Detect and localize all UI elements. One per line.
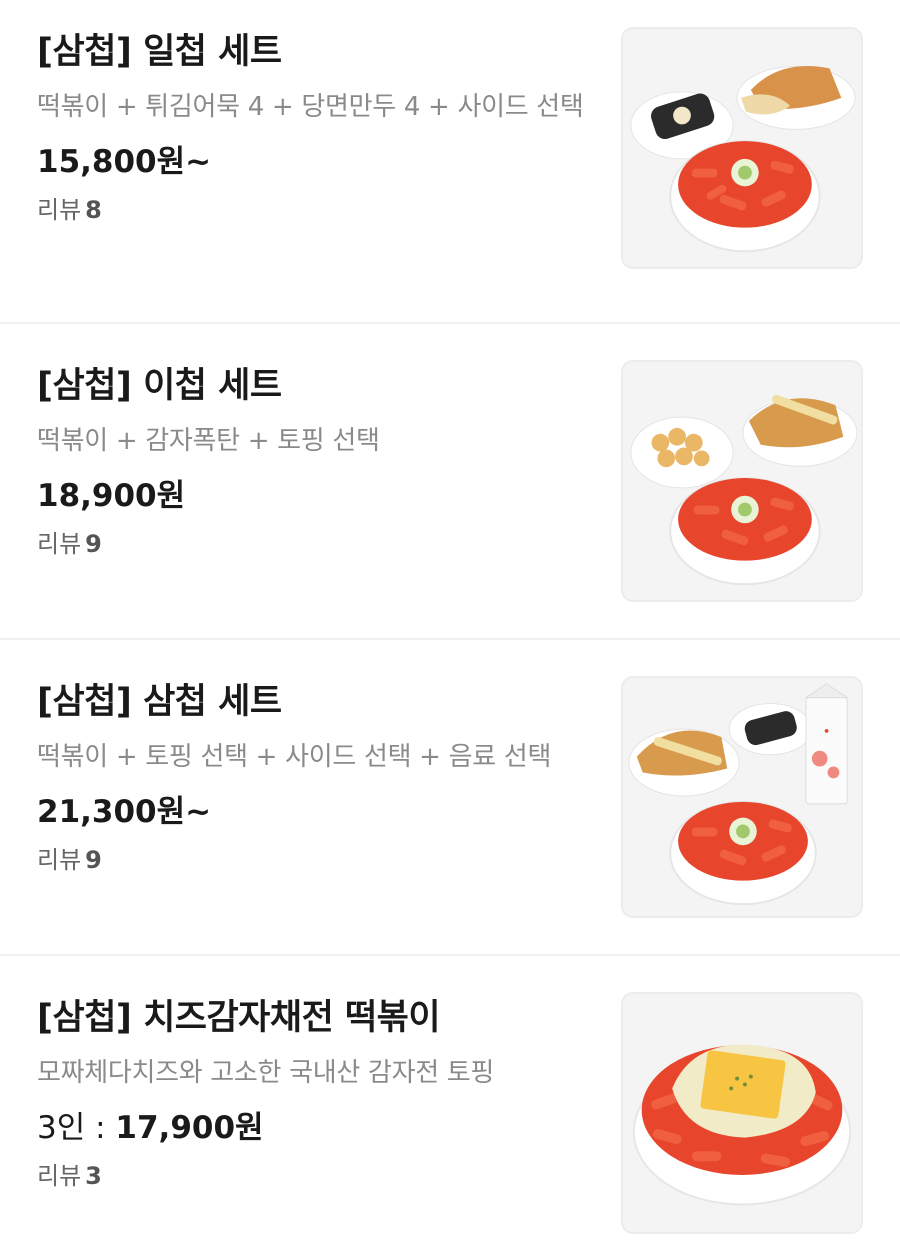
svg-text:•: • (823, 725, 830, 738)
reviews-label: 리뷰 (37, 530, 82, 558)
tteokbokki-set-image: • (623, 678, 861, 916)
reviews-label: 리뷰 (37, 196, 82, 224)
menu-item-reviews: 리뷰 3 (37, 1160, 602, 1192)
cheese-tteokbokki-image (623, 994, 861, 1232)
reviews-label: 리뷰 (37, 1162, 82, 1190)
tteokbokki-set-image (623, 29, 861, 267)
price-value: 21,300원~ (37, 794, 212, 830)
menu-item[interactable]: [삼첩] 이첩 세트 떡볶이 + 감자폭탄 + 토핑 선택 18,900원 리뷰… (0, 324, 900, 640)
menu-item[interactable]: [삼첩] 치즈감자채전 떡볶이 모짜체다치즈와 고소한 국내산 감자전 토핑 3… (0, 956, 900, 1259)
menu-item-text: [삼첩] 일첩 세트 떡볶이 + 튀김어묵 4 + 당면만두 4 + 사이드 선… (37, 30, 602, 226)
review-count: 9 (85, 530, 102, 558)
menu-item-image[interactable] (621, 360, 863, 602)
menu-item-reviews: 리뷰 8 (37, 194, 602, 226)
menu-item-price: 15,800원~ (37, 142, 602, 182)
menu-item-image[interactable] (621, 27, 863, 269)
tteokbokki-set-image (623, 362, 861, 600)
menu-item-name: [삼첩] 치즈감자채전 떡볶이 (37, 998, 441, 1038)
review-count: 3 (85, 1162, 102, 1190)
review-count: 9 (85, 846, 102, 874)
menu-item-text: [삼첩] 치즈감자채전 떡볶이 모짜체다치즈와 고소한 국내산 감자전 토핑 3… (37, 996, 602, 1192)
menu-item-description: 떡볶이 + 튀김어묵 4 + 당면만두 4 + 사이드 선택 (37, 92, 584, 122)
menu-item-name: [삼첩] 삼첩 세트 (37, 682, 282, 722)
menu-item-price: 3인 : 17,900원 (37, 1108, 602, 1148)
menu-item-image[interactable]: • (621, 676, 863, 918)
menu-item-description: 떡볶이 + 감자폭탄 + 토핑 선택 (37, 426, 380, 456)
menu-item-price: 21,300원~ (37, 792, 602, 832)
reviews-label: 리뷰 (37, 846, 82, 874)
menu-item-text: [삼첩] 이첩 세트 떡볶이 + 감자폭탄 + 토핑 선택 18,900원 리뷰… (37, 364, 602, 560)
menu-item-reviews: 리뷰 9 (37, 844, 602, 876)
menu-item-name: [삼첩] 이첩 세트 (37, 366, 282, 406)
menu-item-description: 떡볶이 + 토핑 선택 + 사이드 선택 + 음료 선택 (37, 742, 552, 772)
menu-item-image[interactable] (621, 992, 863, 1234)
menu-item-reviews: 리뷰 9 (37, 528, 602, 560)
review-count: 8 (85, 196, 102, 224)
menu-list: [삼첩] 일첩 세트 떡볶이 + 튀김어묵 4 + 당면만두 4 + 사이드 선… (0, 0, 900, 1259)
menu-item-description: 모짜체다치즈와 고소한 국내산 감자전 토핑 (37, 1058, 495, 1088)
price-value: 17,900원 (115, 1110, 264, 1146)
menu-item[interactable]: [삼첩] 일첩 세트 떡볶이 + 튀김어묵 4 + 당면만두 4 + 사이드 선… (0, 0, 900, 324)
menu-item-name: [삼첩] 일첩 세트 (37, 32, 282, 72)
price-prefix: 3인 : (37, 1110, 116, 1146)
price-value: 15,800원~ (37, 144, 212, 180)
price-value: 18,900원 (37, 478, 186, 514)
menu-item-price: 18,900원 (37, 476, 602, 516)
menu-item-text: [삼첩] 삼첩 세트 떡볶이 + 토핑 선택 + 사이드 선택 + 음료 선택 … (37, 680, 602, 876)
menu-item[interactable]: [삼첩] 삼첩 세트 떡볶이 + 토핑 선택 + 사이드 선택 + 음료 선택 … (0, 640, 900, 956)
